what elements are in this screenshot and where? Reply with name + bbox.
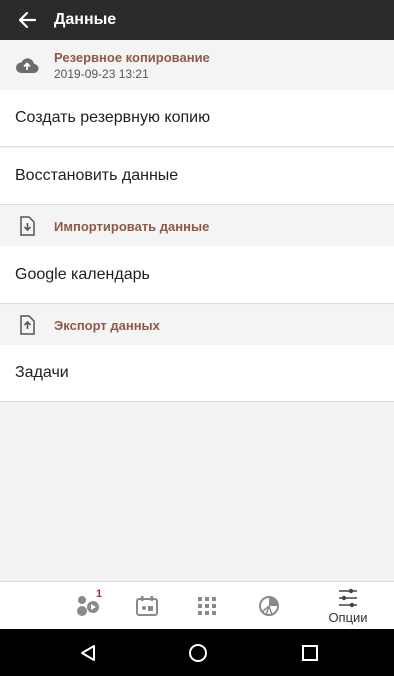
tab-agenda[interactable]: 1 bbox=[66, 582, 110, 630]
options-label: Опции bbox=[328, 609, 368, 625]
create-backup-item[interactable]: Создать резервную копию bbox=[0, 90, 394, 147]
backup-section-header: Резервное копирование 2019-09-23 13:21 bbox=[0, 40, 394, 90]
bottom-tab-bar: 1 Опции bbox=[0, 581, 394, 629]
google-calendar-label: Google календарь bbox=[15, 265, 150, 283]
google-calendar-item[interactable]: Google календарь bbox=[0, 246, 394, 304]
import-section-header: Импортировать данные bbox=[0, 206, 394, 246]
create-backup-label: Создать резервную копию bbox=[15, 109, 211, 126]
file-export-icon bbox=[0, 315, 54, 335]
export-section-title: Экспорт данных bbox=[54, 317, 160, 333]
backup-date: 2019-09-23 13:21 bbox=[54, 66, 149, 81]
nav-recents-button[interactable] bbox=[280, 629, 340, 676]
triangle-back-icon bbox=[81, 644, 95, 661]
pie-chart-icon bbox=[259, 596, 279, 616]
arrow-left-icon bbox=[18, 11, 37, 29]
sliders-icon bbox=[339, 588, 357, 607]
back-button[interactable] bbox=[0, 0, 54, 40]
cloud-upload-icon bbox=[0, 56, 54, 74]
circle-home-icon bbox=[189, 643, 207, 662]
tab-stats[interactable] bbox=[252, 582, 286, 630]
restore-data-item[interactable]: Восстановить данные bbox=[0, 148, 394, 205]
app-bar: Данные bbox=[0, 0, 394, 40]
restore-data-label: Восстановить данные bbox=[15, 167, 179, 184]
tasks-label: Задачи bbox=[15, 364, 69, 381]
nav-back-button[interactable] bbox=[58, 629, 118, 676]
export-section-header: Экспорт данных bbox=[0, 305, 394, 345]
tab-calendar[interactable] bbox=[130, 582, 164, 630]
notification-badge: 1 bbox=[96, 588, 103, 600]
import-section-title: Импортировать данные bbox=[54, 218, 210, 234]
file-import-icon bbox=[0, 216, 54, 236]
nav-home-button[interactable] bbox=[168, 629, 228, 676]
tab-options[interactable]: Опции bbox=[320, 582, 376, 630]
grid-dots-icon bbox=[198, 597, 216, 615]
calendar-icon bbox=[136, 596, 158, 616]
backup-title: Резервное копирование bbox=[54, 49, 210, 65]
tasks-item[interactable]: Задачи bbox=[0, 345, 394, 402]
square-recents-icon bbox=[302, 644, 318, 661]
page-title: Данные bbox=[54, 11, 117, 28]
system-nav-bar bbox=[0, 629, 394, 676]
tab-matrix[interactable] bbox=[190, 582, 224, 630]
